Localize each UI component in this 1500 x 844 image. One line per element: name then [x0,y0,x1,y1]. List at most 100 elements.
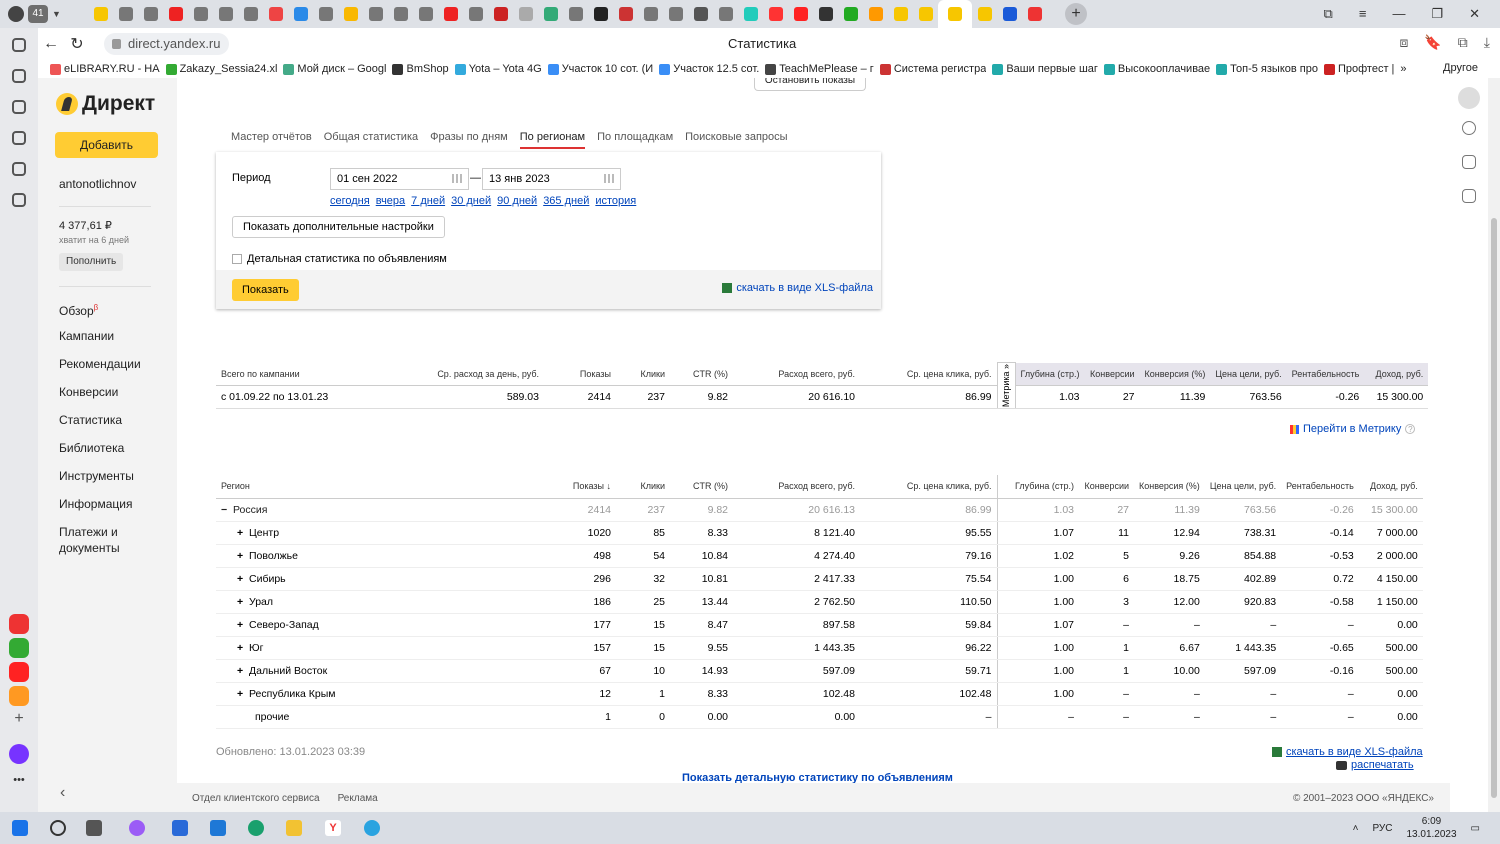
bookmark-item[interactable]: eLIBRARY.RU - НА [50,63,160,75]
bookmark-item[interactable]: Yota – Yota 4G [454,63,542,75]
notifications-icon[interactable] [12,38,26,52]
menu-icon[interactable]: ≡ [1359,6,1367,22]
browser-tab[interactable] [997,0,1022,28]
clock[interactable]: 6:09 13.01.2023 [1406,815,1456,841]
report-tab[interactable]: Фразы по дням [430,131,508,149]
bookmark-icon[interactable]: 🔖 [1424,34,1441,51]
browser-tab[interactable] [538,0,563,28]
report-tab[interactable]: Общая статистика [324,131,418,149]
menu-item[interactable]: Инструменты [59,468,169,496]
alice-taskbar-icon[interactable] [129,820,145,836]
avatar[interactable] [1458,87,1480,109]
collapse-arrow-icon[interactable]: ‹ [60,784,65,802]
chevron-down-icon[interactable]: ▼ [52,9,61,19]
browser-tab[interactable] [263,0,288,28]
menu-item[interactable]: Статистика [59,412,169,440]
topup-button[interactable]: Пополнить [59,253,124,271]
search-icon[interactable] [50,820,66,836]
download-icon[interactable]: ⤓ [1484,34,1490,51]
browser-tab[interactable] [338,0,363,28]
collections-icon[interactable]: ⧉ [1458,34,1468,51]
browser-tab[interactable] [88,0,113,28]
bookmark-item[interactable]: Zakazy_Sessia24.xl [165,63,277,75]
bookmark-item[interactable]: Участок 12.5 сот. [659,63,759,75]
browser-tab[interactable] [488,0,513,28]
new-tab-icon[interactable]: + [1065,3,1087,25]
regions-col-header[interactable]: Показы ↓ [409,475,616,499]
app-icon-red[interactable] [9,614,29,634]
edge-icon[interactable] [248,820,264,836]
menu-item[interactable]: Кампании [59,328,169,356]
direct-logo[interactable]: Директ [56,92,155,116]
browser-tab[interactable] [513,0,538,28]
quick-period-link[interactable]: сегодня [330,195,370,207]
telegram-icon[interactable] [364,820,380,836]
language-indicator[interactable]: РУС [1372,823,1392,834]
report-tab[interactable]: По регионам [519,131,586,149]
translate-icon[interactable]: ⧈ [1399,34,1408,51]
metrika-link[interactable]: Перейти в Метрику ? [1290,423,1416,435]
calendar-icon[interactable] [604,174,614,183]
show-button[interactable]: Показать [232,279,299,301]
browser-tab[interactable] [688,0,713,28]
expand-icon[interactable]: + [237,550,249,562]
browser-tab[interactable] [188,0,213,28]
minimize-icon[interactable]: — [1392,6,1405,22]
xls-download-link[interactable]: скачать в виде XLS-файла [722,282,873,294]
browser-tab[interactable] [813,0,838,28]
bookmark-item[interactable]: TeachMePlease – г [765,63,874,75]
expand-icon[interactable]: + [237,596,249,608]
detail-stats-checkbox[interactable]: Детальная статистика по объявлениям [232,253,447,265]
expand-icon[interactable]: + [237,619,249,631]
metrika-toggle[interactable]: Метрика » [996,362,1016,409]
reload-icon[interactable]: ↻ [64,34,90,54]
task-view-icon[interactable] [86,820,102,836]
notification-center-icon[interactable]: ▭ [1471,823,1480,834]
bookmark-item[interactable]: Ваши первые шаг [992,63,1098,75]
user-login[interactable]: antonotlichnov [59,177,136,191]
bookmarks-other[interactable]: Другое [1443,62,1478,74]
browser-tab[interactable] [163,0,188,28]
browser-tab[interactable] [738,0,763,28]
expand-icon[interactable]: + [237,573,249,585]
browser-tab[interactable] [938,0,972,28]
bookmark-item[interactable]: Мой диск – Googl [283,63,386,75]
browser-tab[interactable] [838,0,863,28]
report-tab[interactable]: Поисковые запросы [685,131,787,149]
mail-icon[interactable] [210,820,226,836]
tabs-icon[interactable] [12,162,26,176]
menu-item[interactable]: Обзорβ [59,300,169,328]
help-icon[interactable]: ? [1405,424,1416,434]
close-icon[interactable]: ✕ [1469,6,1480,22]
browser-tab[interactable] [713,0,738,28]
bookmark-item[interactable]: Участок 10 сот. (И [547,63,653,75]
bell-icon[interactable] [1462,155,1476,169]
browser-tab[interactable] [238,0,263,28]
report-tab[interactable]: По площадкам [597,131,673,149]
menu-item[interactable]: Рекомендации [59,356,169,384]
browser-tab[interactable] [113,0,138,28]
quick-period-link[interactable]: история [595,195,636,207]
url-field[interactable]: direct.yandex.ru [104,33,229,55]
app-icon-play[interactable] [9,638,29,658]
bookmark-item[interactable]: Высокооплачивае [1103,63,1210,75]
footer-link[interactable]: Реклама [338,793,378,804]
browser-tab[interactable] [563,0,588,28]
tab-count-badge[interactable]: 41 [28,5,48,23]
more-icon[interactable]: ••• [9,774,29,794]
browser-tab[interactable] [788,0,813,28]
bookmark-item[interactable]: BmShop [392,63,449,75]
bookmarks-more[interactable]: » [1400,63,1406,75]
explorer-icon[interactable] [286,820,302,836]
browser-tab[interactable] [313,0,338,28]
collapse-icon[interactable]: − [221,504,233,516]
add-app-icon[interactable]: + [9,710,29,730]
browser-tab[interactable] [138,0,163,28]
scrollbar[interactable] [1488,78,1500,812]
calendar-icon[interactable] [452,174,462,183]
expand-icon[interactable]: + [237,688,249,700]
scrollbar-thumb[interactable] [1491,218,1497,798]
browser-tab[interactable] [638,0,663,28]
chevron-up-icon[interactable]: ˄ [1353,823,1359,834]
browser-tab[interactable] [888,0,913,28]
